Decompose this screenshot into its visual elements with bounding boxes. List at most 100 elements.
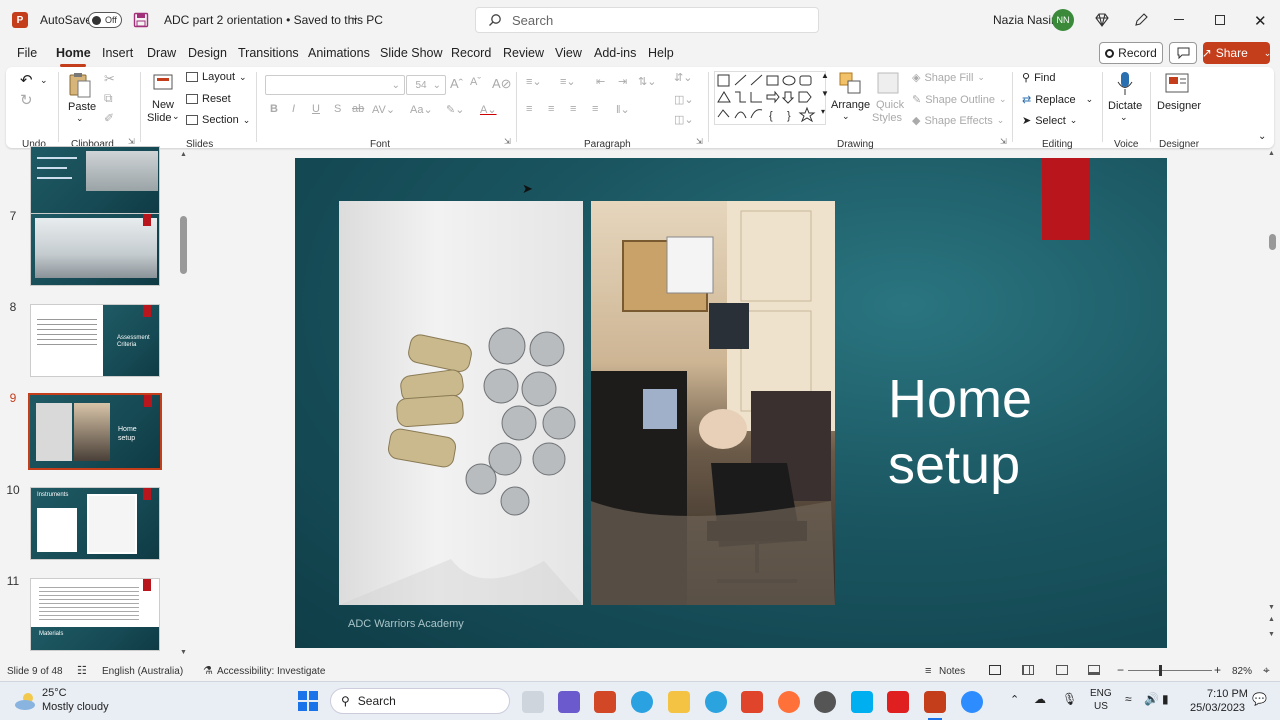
slide-title[interactable]: Home setup: [888, 366, 1032, 498]
previous-slide-icon[interactable]: ▲: [1268, 616, 1275, 623]
slide-canvas[interactable]: Home setup ADC Warriors Academy ➤: [295, 158, 1167, 648]
notes-button[interactable]: Notes: [939, 666, 965, 677]
new-slide-icon[interactable]: [152, 71, 174, 93]
chevron-down-icon[interactable]: ⌄: [351, 12, 359, 23]
notification-icon[interactable]: 💬: [1252, 692, 1267, 706]
telegram-icon[interactable]: [705, 691, 727, 713]
zoom-slider[interactable]: [1128, 670, 1212, 671]
taskbar-search[interactable]: ⚲ Search: [330, 688, 510, 714]
search-input[interactable]: Search: [475, 7, 819, 33]
shape-fill-button[interactable]: ◈ Shape Fill ⌄: [912, 71, 985, 85]
pen-icon[interactable]: [1133, 12, 1149, 28]
slide-thumbnail[interactable]: Materials: [30, 578, 160, 651]
slide-thumbnail[interactable]: [30, 146, 160, 219]
gallery-more-icon[interactable]: ▾: [821, 107, 825, 116]
layout-button[interactable]: Layout ⌄: [186, 71, 247, 83]
tab-help[interactable]: Help: [648, 46, 674, 60]
gallery-scroll-down-icon[interactable]: ▼: [821, 89, 829, 98]
app-icon[interactable]: [594, 691, 616, 713]
shapes-gallery[interactable]: {}: [714, 71, 826, 125]
tab-design[interactable]: Design: [188, 46, 227, 60]
chevron-up-icon[interactable]: ⌃: [1010, 693, 1019, 706]
slide-thumbnail[interactable]: [30, 213, 160, 286]
share-button[interactable]: ↗ Share ⌄: [1202, 42, 1271, 64]
numbering-icon[interactable]: ≡⌄: [560, 75, 576, 88]
speaker-icon[interactable]: 🔊: [1144, 692, 1159, 706]
accessibility-status[interactable]: Accessibility: Investigate: [217, 666, 325, 677]
dialog-launcher-icon[interactable]: ⇲: [128, 137, 135, 146]
tab-review[interactable]: Review: [503, 46, 544, 60]
minimize-icon[interactable]: [1174, 19, 1184, 20]
zoom-in-icon[interactable]: +: [1214, 663, 1221, 677]
battery-icon[interactable]: ▮: [1162, 692, 1169, 706]
new-slide-label-1[interactable]: New: [152, 99, 174, 111]
avatar[interactable]: NN: [1052, 9, 1074, 31]
weather-temp[interactable]: 25°C: [42, 687, 67, 699]
thumbnail-scrollbar-thumb[interactable]: [180, 216, 187, 274]
comments-button[interactable]: [1169, 42, 1197, 64]
save-icon[interactable]: [133, 12, 149, 28]
language-code[interactable]: ENG: [1090, 688, 1112, 699]
bullets-icon[interactable]: ≡⌄: [526, 75, 542, 88]
shape-outline-button[interactable]: ✎ Shape Outline ⌄: [912, 93, 1006, 107]
spellcheck-icon[interactable]: ☷: [77, 664, 87, 677]
quick-styles-label-2[interactable]: Styles: [872, 112, 902, 124]
dialog-launcher-icon[interactable]: ⇲: [504, 137, 511, 146]
acrobat-icon[interactable]: [887, 691, 909, 713]
tab-add-ins[interactable]: Add-ins: [594, 46, 636, 60]
scroll-down-icon[interactable]: ▼: [1268, 604, 1275, 611]
tab-insert[interactable]: Insert: [102, 46, 133, 60]
strikethrough-icon[interactable]: ab: [352, 103, 364, 115]
section-button[interactable]: Section ⌄: [186, 114, 250, 126]
cut-icon[interactable]: ✂: [104, 71, 115, 87]
italic-icon[interactable]: I: [292, 103, 295, 115]
align-text-icon[interactable]: ◫⌄: [674, 93, 694, 106]
slide-thumbnail[interactable]: Instruments: [30, 487, 160, 560]
slide-thumbnail[interactable]: Assessment Criteria: [30, 304, 160, 377]
chevron-down-icon[interactable]: ⌄: [1120, 112, 1128, 123]
font-color-icon[interactable]: A⌄: [480, 103, 497, 116]
tab-home[interactable]: Home: [56, 46, 91, 60]
font-family-dropdown[interactable]: ⌄: [265, 75, 405, 95]
dictate-label[interactable]: Dictate: [1108, 100, 1142, 112]
windows-start-icon[interactable]: [298, 691, 318, 711]
tab-view[interactable]: View: [555, 46, 582, 60]
clock-date[interactable]: 25/03/2023: [1190, 702, 1245, 714]
powerpoint-taskbar-icon[interactable]: [924, 691, 946, 713]
shadow-icon[interactable]: S: [334, 103, 341, 115]
diamond-icon[interactable]: [1094, 12, 1110, 28]
tab-transitions[interactable]: Transitions: [238, 46, 299, 60]
zoom-level[interactable]: 82%: [1232, 666, 1252, 677]
teams-icon[interactable]: [558, 691, 580, 713]
tab-record[interactable]: Record: [451, 46, 491, 60]
language-status[interactable]: English (Australia): [102, 666, 183, 677]
smartart-icon[interactable]: ◫⌄: [674, 113, 694, 126]
task-view-icon[interactable]: [522, 691, 544, 713]
decrease-font-icon[interactable]: Aˇ: [470, 76, 481, 88]
arrange-label[interactable]: Arrange: [831, 99, 870, 111]
weather-cloud-icon[interactable]: [14, 690, 38, 712]
edge-icon[interactable]: [631, 691, 653, 713]
wifi-icon[interactable]: ≈: [1125, 692, 1132, 706]
undo-icon[interactable]: ↶: [20, 71, 33, 89]
chevron-down-icon[interactable]: ⌄: [172, 111, 180, 122]
increase-indent-icon[interactable]: ⇥: [618, 75, 627, 88]
copy-icon[interactable]: ⧉: [104, 91, 113, 106]
quick-styles-icon[interactable]: [876, 71, 900, 95]
clear-formatting-icon[interactable]: A⊘: [492, 76, 512, 92]
zoom-app-icon[interactable]: [961, 691, 983, 713]
scroll-down-icon[interactable]: ▼: [180, 649, 187, 656]
character-spacing-icon[interactable]: AV⌄: [372, 103, 395, 116]
scroll-up-icon[interactable]: ▲: [180, 151, 187, 158]
find-button[interactable]: ⚲ Find: [1022, 71, 1055, 85]
close-icon[interactable]: ✕: [1254, 12, 1267, 30]
increase-font-icon[interactable]: Aˆ: [450, 76, 463, 91]
highlight-icon[interactable]: ✎⌄: [446, 103, 464, 116]
record-button[interactable]: Record: [1099, 42, 1163, 64]
bold-icon[interactable]: B: [270, 103, 278, 115]
normal-view-icon[interactable]: [989, 665, 1001, 675]
maximize-icon[interactable]: [1215, 15, 1225, 25]
reading-view-icon[interactable]: [1056, 665, 1068, 675]
designer-icon[interactable]: [1164, 71, 1190, 95]
weather-description[interactable]: Mostly cloudy: [42, 701, 109, 713]
